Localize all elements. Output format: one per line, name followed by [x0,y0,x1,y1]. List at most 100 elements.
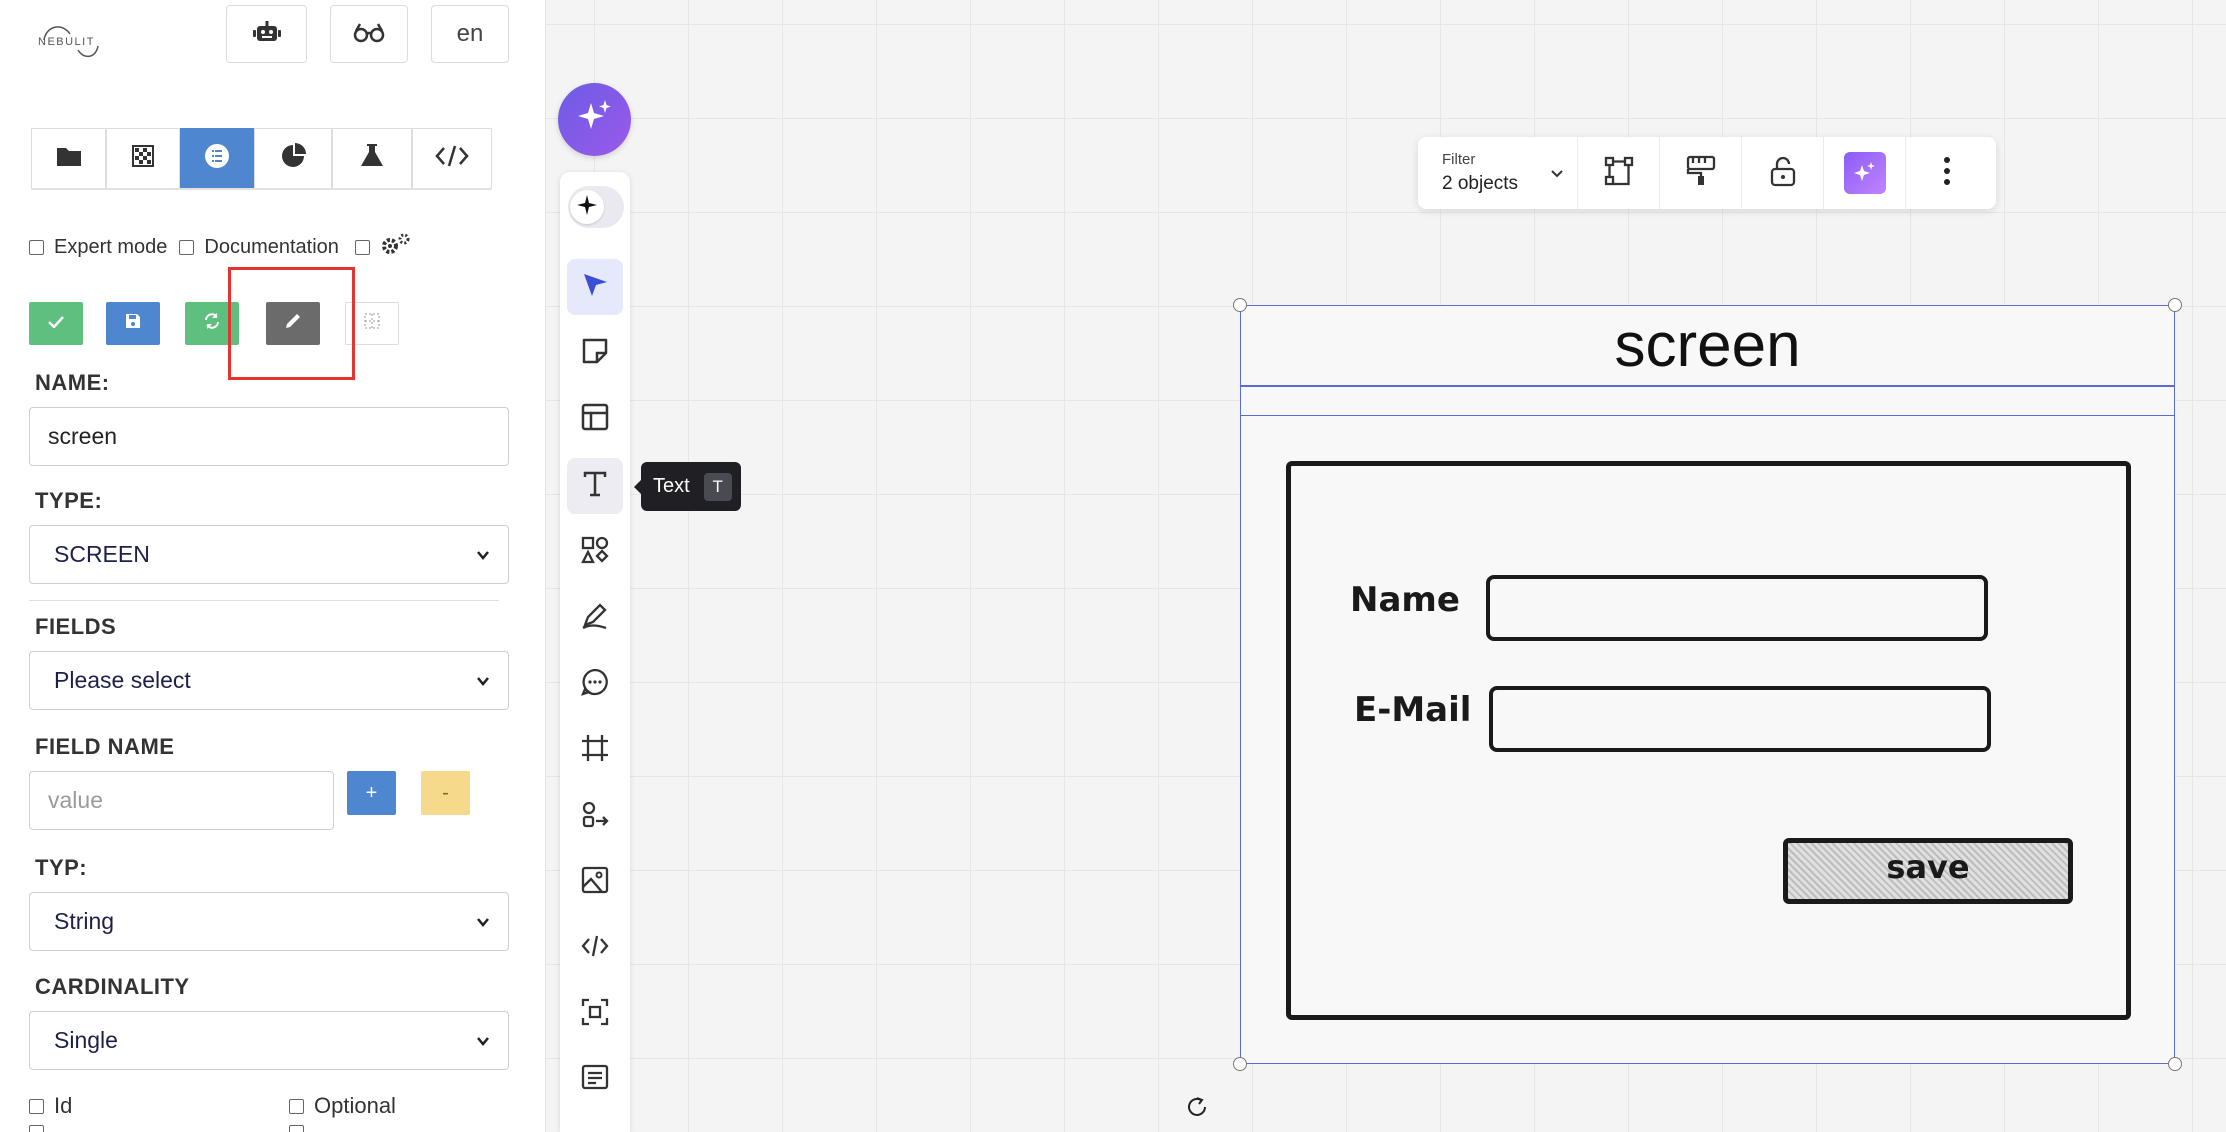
glasses-button[interactable] [330,5,408,63]
tool-connector[interactable] [567,788,623,844]
chevron-down-icon [476,541,490,568]
tool-select[interactable] [567,259,623,315]
sparkles-icon [575,97,615,142]
tool-layout[interactable] [567,391,623,447]
sticky-note-icon [580,336,610,371]
add-field-button[interactable]: + [347,771,396,815]
text-tool-tooltip: Text T [634,462,741,511]
comment-icon [580,667,610,702]
code-icon [435,145,469,172]
documentation-label: Documentation [204,235,339,258]
rotate-icon[interactable] [1185,1095,1209,1119]
typ-label: TYP: [35,855,88,880]
ai-magic-button[interactable] [1824,137,1906,209]
resize-handle-top-right[interactable] [2168,298,2182,312]
option-checkbox[interactable] [289,1125,304,1132]
tab-folder[interactable] [31,128,106,188]
chevron-down-icon [476,667,490,694]
field-name-label: FIELD NAME [35,734,175,759]
tooltip-shortcut: T [703,472,732,501]
format-painter-button[interactable] [1660,137,1742,209]
resize-handle-top-left[interactable] [1233,298,1247,312]
selection-outline [1240,305,2175,1064]
pie-chart-icon [280,143,306,174]
divider [29,600,499,601]
fields-select-value: Please select [54,667,191,693]
tooltip-label: Text [653,475,690,497]
tool-palette [560,172,630,1132]
save-button[interactable] [106,302,160,345]
selection-context-bar: Filter 2 objects [1418,137,1996,209]
arrange-nodes-icon [1602,154,1636,193]
field-name-placeholder: value [48,787,103,813]
tab-code[interactable] [412,128,492,188]
tab-list[interactable] [180,128,254,188]
fields-label: FIELDS [35,614,117,639]
properties-panel: NEBULIT en Expert mode Documentation NAM… [0,0,546,1132]
field-name-input[interactable]: value [29,771,334,830]
tool-image[interactable] [567,854,623,910]
shapes-icon [580,535,610,570]
filter-value: 2 objects [1442,173,1519,194]
filter-dropdown[interactable]: Filter 2 objects [1418,137,1578,209]
tool-notes[interactable] [567,1052,623,1108]
panel-tabs [31,128,492,190]
settings-checkbox[interactable] [354,239,370,255]
tool-shapes[interactable] [567,524,623,580]
documentation-checkbox[interactable] [179,239,195,255]
folder-icon [56,145,82,172]
ai-toggle[interactable] [568,186,624,228]
type-select[interactable]: SCREEN [29,525,509,584]
tool-embed-code[interactable] [567,920,623,976]
tool-text[interactable] [567,458,623,514]
shape-connector-icon [580,799,610,834]
lock-button[interactable] [1742,137,1824,209]
remove-field-button[interactable]: - [421,771,470,815]
confirm-button[interactable] [29,302,83,345]
robot-button[interactable] [226,5,307,63]
tab-flask[interactable] [332,128,412,188]
cardinality-select[interactable]: Single [29,1011,509,1070]
capture-frame-icon [580,997,610,1032]
chevron-down-icon [476,1027,490,1054]
sparkle-icon [576,194,598,221]
name-input[interactable]: screen [29,407,509,466]
tool-pen[interactable] [567,590,623,646]
tool-capture[interactable] [567,986,623,1042]
cursor-arrow-icon [580,270,610,305]
gears-icon [380,232,412,262]
dotted-grid-icon [364,313,380,334]
nebulit-logo: NEBULIT [34,18,104,62]
id-checkbox[interactable] [29,1098,44,1114]
id-option: Id [29,1093,72,1119]
resize-handle-bottom-right[interactable] [2168,1057,2182,1071]
typ-select[interactable]: String [29,892,509,951]
tool-comment[interactable] [567,656,623,712]
ai-assistant-button[interactable] [558,83,631,156]
option-checkbox[interactable] [29,1125,44,1132]
vertical-ellipsis-icon [1943,156,1951,191]
optional-option: Optional [289,1093,396,1119]
expert-mode-checkbox[interactable] [29,239,44,255]
tool-frame[interactable] [567,722,623,778]
fields-select[interactable]: Please select [29,651,509,710]
type-select-value: SCREEN [54,541,150,567]
toggle-knob [570,190,604,224]
language-button[interactable]: en [431,5,509,63]
glasses-icon [353,21,385,48]
cardinality-label: CARDINALITY [35,974,190,999]
arrange-button[interactable] [1578,137,1660,209]
logo-text: NEBULIT [38,36,95,48]
resize-handle-bottom-left[interactable] [1233,1057,1247,1071]
notes-icon [580,1063,610,1098]
optional-label: Optional [314,1093,396,1118]
pen-icon [580,601,610,636]
paint-roller-icon [1685,154,1717,193]
more-options-button[interactable] [1906,137,1988,209]
tab-grid[interactable] [106,128,180,188]
tool-sticky-note[interactable] [567,325,623,381]
chevron-down-icon [1549,165,1565,186]
tab-chart[interactable] [254,128,332,188]
code-icon [580,931,610,966]
optional-checkbox[interactable] [289,1098,304,1114]
